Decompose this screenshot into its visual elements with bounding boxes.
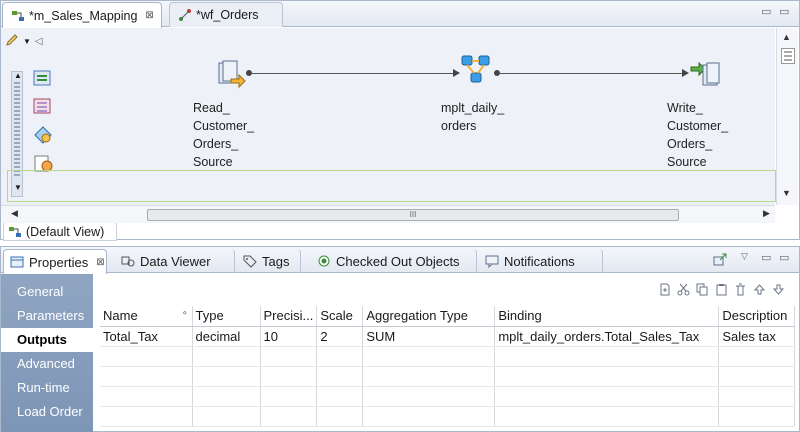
column-header-precision[interactable]: Precisi... [260, 306, 318, 327]
tab-wf-orders[interactable]: *wf_Orders [169, 2, 283, 27]
cell-binding[interactable]: mplt_daily_orders.Total_Sales_Tax [494, 326, 720, 347]
mapplet-icon[interactable] [459, 53, 493, 87]
cut-icon[interactable] [677, 283, 690, 296]
link-line [499, 73, 683, 74]
table-row[interactable] [100, 406, 796, 427]
copy-icon[interactable] [696, 283, 709, 296]
tab-data-viewer[interactable]: Data Viewer [115, 249, 235, 273]
cell-name[interactable]: Total_Tax [100, 326, 193, 347]
minimize-icon[interactable]: ▭ [761, 5, 771, 18]
tab-label: Data Viewer [140, 253, 211, 269]
tab-properties[interactable]: Properties ⊠ [3, 249, 107, 274]
chevron-down-icon[interactable]: ▼ [23, 37, 31, 46]
cell-precision[interactable]: 10 [260, 326, 318, 347]
default-view-label: (Default View) [26, 224, 105, 239]
maximize-icon[interactable]: ▭ [779, 5, 789, 18]
tag-icon [243, 254, 257, 268]
mapping-icon [8, 225, 22, 239]
tab-label: *m_Sales_Mapping [29, 8, 138, 23]
node-label-mapplet: mplt_daily_ orders [441, 101, 505, 133]
overview-icon[interactable] [781, 48, 795, 64]
minimize-icon[interactable]: ▭ [761, 251, 771, 264]
tab-notifications[interactable]: Notifications [479, 249, 603, 273]
cell-aggregation-type[interactable]: SUM [362, 326, 496, 347]
column-header-aggregation-type[interactable]: Aggregation Type [362, 306, 496, 327]
paste-icon[interactable] [715, 283, 728, 296]
table-header-row: Name ⚬ Type Precisi... Scale Aggregation … [100, 306, 796, 327]
table-row[interactable] [100, 366, 796, 387]
properties-icon [10, 255, 24, 269]
sidebar-item-load-order[interactable]: Load Order [1, 400, 93, 424]
scroll-left-icon[interactable]: ◀ [11, 208, 18, 219]
properties-sidebar: General Parameters Outputs Advanced Run-… [1, 274, 93, 432]
move-up-icon[interactable] [753, 283, 766, 296]
close-icon[interactable]: ⊠ [145, 10, 153, 21]
tab-label: *wf_Orders [196, 8, 259, 22]
read-source-icon[interactable] [213, 57, 247, 91]
data-viewer-icon [121, 254, 135, 268]
tab-label: Notifications [504, 253, 575, 269]
table-row[interactable] [100, 346, 796, 367]
tab-label: Checked Out Objects [336, 253, 460, 269]
column-header-type[interactable]: Type [192, 306, 261, 327]
target-transform-icon[interactable] [31, 95, 55, 119]
move-down-icon[interactable] [772, 283, 785, 296]
tab-m-sales-mapping[interactable]: *m_Sales_Mapping ⊠ [2, 2, 162, 28]
checked-out-icon [317, 254, 331, 268]
node-label-read-source: Read_ Customer_ Orders_ Source [193, 101, 255, 169]
sort-icon[interactable]: ⚬ [181, 308, 189, 319]
scroll-up-icon[interactable]: ▲ [14, 71, 22, 80]
tab-tags[interactable]: Tags [237, 249, 301, 273]
source-transform-icon[interactable] [31, 67, 55, 91]
sidebar-item-outputs[interactable]: Outputs [1, 328, 93, 352]
mapping-editor: *m_Sales_Mapping ⊠ *wf_Orders ▭ ▭ ▼ ◁ ▲ … [0, 0, 800, 241]
new-icon[interactable] [658, 283, 671, 296]
column-header-name[interactable]: Name ⚬ [100, 306, 193, 327]
properties-tab-bar: Properties ⊠ Data Viewer Tags Checked Ou… [1, 247, 799, 274]
cell-type[interactable]: decimal [192, 326, 261, 347]
palette-toolbar: ▼ ◁ [5, 31, 61, 51]
notifications-icon [485, 254, 499, 269]
tab-checked-out-objects[interactable]: Checked Out Objects [311, 249, 477, 273]
delete-icon[interactable] [734, 283, 747, 296]
outputs-table: Name ⚬ Type Precisi... Scale Aggregation … [100, 306, 796, 427]
maximize-icon[interactable]: ▭ [779, 251, 789, 264]
lookup-transform-icon[interactable] [31, 123, 55, 147]
scroll-right-icon[interactable]: ▶ [763, 208, 770, 219]
column-header-binding[interactable]: Binding [494, 306, 720, 327]
outputs-toolbar [658, 283, 785, 296]
editor-tab-bar: *m_Sales_Mapping ⊠ *wf_Orders ▭ ▭ [1, 1, 799, 28]
tab-label: Tags [262, 253, 290, 269]
sidebar-item-general[interactable]: General [1, 280, 93, 304]
column-header-description[interactable]: Description [718, 306, 796, 327]
default-view-tab[interactable]: (Default View) [3, 223, 117, 241]
workflow-icon [178, 8, 192, 22]
scroll-up-icon[interactable]: ▲ [782, 32, 791, 42]
column-header-scale[interactable]: Scale [316, 306, 364, 327]
palette-scroll-thumb[interactable] [14, 82, 20, 176]
cell-scale[interactable]: 2 [316, 326, 364, 347]
cell-description[interactable]: Sales tax [718, 326, 796, 347]
link-line [251, 73, 454, 74]
tab-label: Properties [29, 254, 89, 270]
sidebar-item-run-time[interactable]: Run-time [1, 376, 93, 400]
node-label-write-target: Write_ Customer_ Orders_ Source [667, 101, 729, 169]
selection-band [7, 170, 776, 202]
horizontal-scroll-thumb[interactable]: III [147, 209, 679, 221]
collapse-left-icon[interactable]: ◁ [35, 36, 43, 47]
canvas-vertical-scrollbar[interactable]: ▲ ▼ [776, 28, 798, 205]
close-icon[interactable]: ⊠ [96, 257, 104, 268]
view-menu-icon[interactable]: ▽ [741, 251, 748, 262]
table-row[interactable]: Total_Tax decimal 10 2 SUM mplt_daily_or… [100, 326, 796, 347]
open-in-editor-icon[interactable] [713, 253, 727, 270]
scroll-down-icon[interactable]: ▼ [782, 188, 791, 198]
sidebar-item-advanced[interactable]: Advanced [1, 352, 93, 376]
table-row[interactable] [100, 386, 796, 407]
pencil-icon[interactable] [5, 33, 19, 50]
write-target-icon[interactable] [689, 57, 723, 91]
link-arrow [682, 69, 689, 77]
sidebar-item-parameters[interactable]: Parameters [1, 304, 93, 328]
mapping-icon [11, 9, 25, 23]
canvas-horizontal-scrollbar[interactable]: ◀ III ▶ [1, 205, 775, 223]
